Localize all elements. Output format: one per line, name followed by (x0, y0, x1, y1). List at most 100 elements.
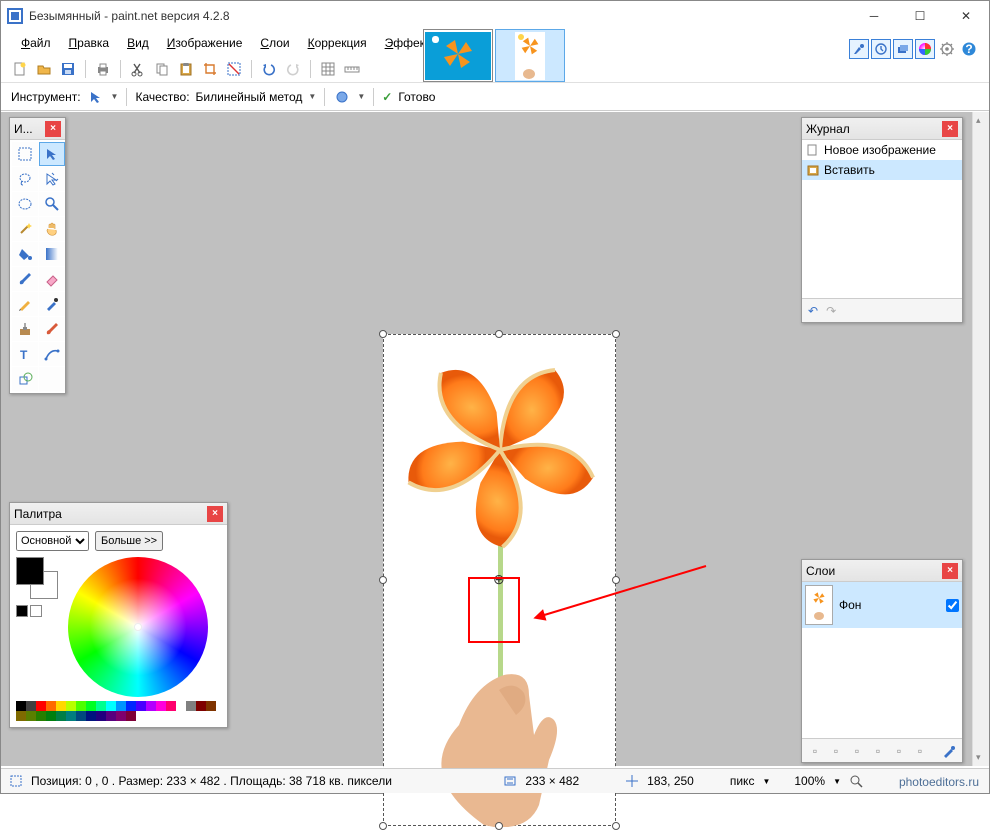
menu-image[interactable]: Изображение (159, 34, 251, 53)
swatch[interactable] (116, 701, 126, 711)
copy-icon[interactable] (153, 60, 171, 78)
handle-bm[interactable] (495, 822, 503, 830)
tool-move-pixels[interactable] (39, 167, 65, 191)
layer-up-icon[interactable]: ▫ (890, 742, 908, 760)
units-dropdown-arrow[interactable]: ▼ (762, 777, 770, 786)
handle-tl[interactable] (379, 330, 387, 338)
tool-line[interactable] (39, 342, 65, 366)
paste-icon[interactable] (177, 60, 195, 78)
handle-ml[interactable] (379, 576, 387, 584)
swatch[interactable] (116, 711, 126, 721)
tools-panel-toggle-icon[interactable] (849, 39, 869, 59)
layer-merge-icon[interactable]: ▫ (869, 742, 887, 760)
thumb-doc-2[interactable] (495, 29, 565, 82)
swatch[interactable] (76, 711, 86, 721)
current-tool-icon[interactable] (87, 88, 105, 106)
history-redo-icon[interactable]: ↷ (826, 304, 836, 318)
history-undo-icon[interactable]: ↶ (808, 304, 818, 318)
swatch[interactable] (36, 701, 46, 711)
thumb-doc-1[interactable] (423, 29, 493, 82)
layers-panel-toggle-icon[interactable] (893, 39, 913, 59)
maximize-button[interactable]: ☐ (897, 1, 943, 31)
swatch[interactable] (166, 701, 176, 711)
layer-add-icon[interactable]: ▫ (806, 742, 824, 760)
swatch[interactable] (136, 701, 146, 711)
print-icon[interactable] (94, 60, 112, 78)
layer-down-icon[interactable]: ▫ (911, 742, 929, 760)
history-item-1[interactable]: Вставить (802, 160, 962, 180)
layer-dup-icon[interactable]: ▫ (848, 742, 866, 760)
tool-move-selection[interactable] (39, 142, 65, 166)
swatch[interactable] (26, 701, 36, 711)
menu-file[interactable]: Файл (13, 34, 59, 53)
swatch[interactable] (16, 711, 26, 721)
quality-value[interactable]: Билинейный метод (196, 90, 303, 104)
swatch[interactable] (66, 701, 76, 711)
swatch[interactable] (46, 701, 56, 711)
primary-color[interactable] (16, 557, 44, 585)
status-zoom[interactable]: 100% (794, 774, 825, 788)
swatch[interactable] (176, 701, 186, 711)
tool-ellipse-select[interactable] (12, 192, 38, 216)
move-handle-icon[interactable]: ⊕ (493, 571, 505, 588)
tool-gradient[interactable] (39, 242, 65, 266)
swatch[interactable] (126, 701, 136, 711)
swatch[interactable] (36, 711, 46, 721)
tool-fill[interactable] (12, 242, 38, 266)
reset-white-icon[interactable] (30, 605, 42, 617)
undo-icon[interactable] (260, 60, 278, 78)
swatch[interactable] (196, 701, 206, 711)
settings-icon[interactable] (937, 39, 957, 59)
menu-edit[interactable]: Правка (61, 34, 118, 53)
deselect-icon[interactable] (225, 60, 243, 78)
layers-close[interactable]: × (942, 563, 958, 579)
swatch[interactable] (96, 711, 106, 721)
redo-icon[interactable] (284, 60, 302, 78)
history-panel-toggle-icon[interactable] (871, 39, 891, 59)
handle-bl[interactable] (379, 822, 387, 830)
sampling-dropdown-arrow[interactable]: ▼ (357, 92, 365, 101)
tools-panel-close[interactable]: × (45, 121, 61, 137)
palette-mode-select[interactable]: Основной (16, 531, 89, 551)
tool-magic-wand[interactable] (12, 217, 38, 241)
minimize-button[interactable]: ─ (851, 1, 897, 31)
tool-brush[interactable] (12, 267, 38, 291)
swatch[interactable] (16, 701, 26, 711)
color-wheel-cursor[interactable] (134, 623, 142, 631)
swatch[interactable] (156, 701, 166, 711)
tool-text[interactable]: T (12, 342, 38, 366)
swatch[interactable] (106, 711, 116, 721)
quality-dropdown-arrow[interactable]: ▼ (308, 92, 316, 101)
crop-icon[interactable] (201, 60, 219, 78)
handle-mr[interactable] (612, 576, 620, 584)
swatch-strip[interactable] (16, 701, 220, 721)
cut-icon[interactable] (129, 60, 147, 78)
swatch[interactable] (26, 711, 36, 721)
menu-view[interactable]: Вид (119, 34, 157, 53)
sampling-icon[interactable] (333, 88, 351, 106)
menu-adjust[interactable]: Коррекция (300, 34, 375, 53)
color-swatch[interactable] (16, 557, 60, 601)
zoom-icon[interactable] (849, 774, 863, 788)
help-icon[interactable]: ? (959, 39, 979, 59)
history-item-0[interactable]: Новое изображение (802, 140, 962, 160)
layer-props-icon[interactable] (940, 742, 958, 760)
close-button[interactable]: ✕ (943, 1, 989, 31)
swatch[interactable] (96, 701, 106, 711)
tool-rect-select[interactable] (12, 142, 38, 166)
layer-row-0[interactable]: Фон (802, 582, 962, 628)
palette-close[interactable]: × (207, 506, 223, 522)
color-wheel[interactable] (68, 557, 208, 697)
swatch[interactable] (76, 701, 86, 711)
swatch[interactable] (86, 701, 96, 711)
swatch[interactable] (56, 711, 66, 721)
tool-color-picker[interactable] (39, 292, 65, 316)
tool-pencil[interactable] (12, 292, 38, 316)
open-file-icon[interactable] (35, 60, 53, 78)
colors-panel-toggle-icon[interactable] (915, 39, 935, 59)
status-units[interactable]: пикс (730, 774, 755, 788)
tool-clone[interactable] (12, 317, 38, 341)
swatch[interactable] (66, 711, 76, 721)
swatch[interactable] (86, 711, 96, 721)
save-icon[interactable] (59, 60, 77, 78)
